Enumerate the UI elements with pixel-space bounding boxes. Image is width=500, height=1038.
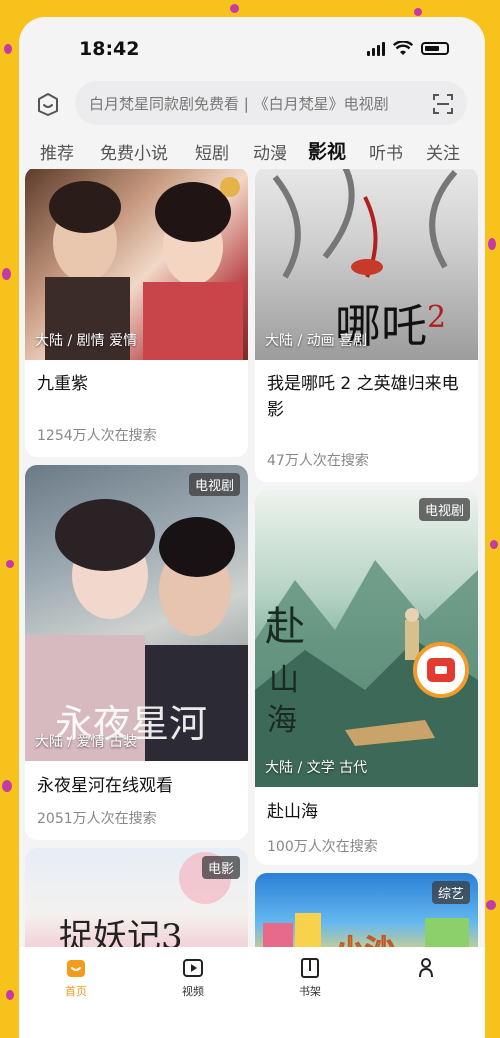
bookshelf-icon	[301, 958, 319, 978]
card-tags: 大陆 / 文学 古代	[265, 760, 368, 776]
tab-audiobooks[interactable]: 听书	[369, 139, 403, 164]
poster-badge: 电视剧	[418, 498, 470, 521]
poster-image: 哪吒 2 大陆 / 动画 喜剧	[255, 169, 478, 360]
card-tags: 大陆 / 剧情 爱情	[35, 333, 138, 349]
search-row: 白月梵星同款剧免费看 | 《白月梵星》电视剧	[19, 81, 485, 125]
nav-profile[interactable]	[386, 957, 466, 983]
svg-text:赴: 赴	[265, 604, 305, 650]
phone-screen: 18:42 白月梵星同款剧免费看 | 《白月梵星》电视剧 推荐 免费小说 短剧 …	[19, 17, 485, 1038]
category-tabs: 推荐 免费小说 短剧 动漫 影视 听书 关注	[19, 135, 485, 169]
svg-text:山: 山	[269, 663, 299, 698]
poster-image: 永夜星河 电视剧 大陆 / 爱情 古装	[25, 465, 248, 761]
poster-image: 小沙 综艺	[255, 873, 478, 947]
search-placeholder: 白月梵星同款剧免费看 | 《白月梵星》电视剧	[89, 94, 389, 113]
confetti-dot	[4, 44, 12, 54]
svg-text:海: 海	[267, 703, 297, 738]
card-yongye-xinghe[interactable]: 永夜星河 电视剧 大陆 / 爱情 古装 永夜星河在线观看 2051万人次在搜索	[25, 465, 248, 840]
red-envelope-icon	[427, 658, 455, 682]
card-zhuoyaoji-3[interactable]: 捉妖记3 电影	[25, 848, 248, 947]
scan-icon[interactable]	[433, 94, 453, 114]
poster-badge: 电视剧	[188, 473, 240, 496]
search-bar[interactable]: 白月梵星同款剧免费看 | 《白月梵星》电视剧	[75, 81, 467, 125]
poster-badge: 综艺	[431, 881, 470, 904]
nav-video[interactable]: 视频	[153, 957, 233, 999]
card-tags: 大陆 / 动画 喜剧	[265, 333, 368, 349]
tab-recommend[interactable]: 推荐	[40, 139, 74, 164]
card-nezha[interactable]: 哪吒 2 大陆 / 动画 喜剧 我是哪吒 2 之英雄归来电影 47万人次在搜索	[255, 169, 478, 482]
tab-film-tv[interactable]: 影视	[308, 137, 346, 164]
confetti-dot	[490, 540, 498, 549]
svg-text:小沙: 小沙	[335, 934, 395, 947]
confetti-dot	[488, 238, 496, 250]
card-title: 永夜星河在线观看	[37, 776, 173, 796]
nav-video-label: 视频	[182, 985, 204, 998]
poster-badge: 电影	[201, 856, 240, 879]
nav-bookshelf-label: 书架	[299, 985, 321, 998]
card-jiuchongzi[interactable]: 大陆 / 剧情 爱情 九重紫 1254万人次在搜索	[25, 169, 248, 457]
status-time: 18:42	[79, 38, 140, 60]
tab-following[interactable]: 关注	[426, 139, 460, 164]
confetti-dot	[230, 4, 239, 13]
confetti-dot	[6, 560, 14, 568]
confetti-dot	[2, 780, 12, 792]
card-title: 九重紫	[37, 374, 88, 394]
card-title: 我是哪吒 2 之英雄归来电影	[267, 374, 459, 420]
tab-anime[interactable]: 动漫	[253, 139, 287, 164]
confetti-dot	[486, 900, 496, 910]
red-envelope-button[interactable]	[413, 642, 469, 698]
tab-short-drama[interactable]: 短剧	[195, 139, 229, 164]
card-variety[interactable]: 小沙 综艺	[255, 873, 478, 947]
poster-image: 赴 山 海 电视剧 大陆 / 文学 古代	[255, 490, 478, 787]
poster-image: 大陆 / 剧情 爱情	[25, 169, 248, 360]
svg-text:捉妖记3: 捉妖记3	[59, 917, 183, 947]
confetti-dot	[2, 268, 11, 280]
content-feed: 大陆 / 剧情 爱情 九重紫 1254万人次在搜索 哪吒 2 大陆 / 动画 喜…	[19, 169, 485, 947]
profile-icon	[419, 958, 433, 978]
card-search-count: 2051万人次在搜索	[37, 811, 157, 827]
status-bar: 18:42	[19, 17, 485, 79]
wifi-icon	[393, 41, 413, 55]
nav-bookshelf[interactable]: 书架	[270, 957, 350, 999]
svg-text:2: 2	[427, 300, 446, 335]
card-search-count: 1254万人次在搜索	[37, 428, 157, 444]
nav-home[interactable]: 首页	[36, 957, 116, 999]
video-icon	[183, 959, 203, 977]
tab-free-novels[interactable]: 免费小说	[100, 139, 168, 164]
battery-icon	[421, 42, 449, 55]
card-title: 赴山海	[267, 802, 318, 822]
poster-image: 捉妖记3 电影	[25, 848, 248, 947]
card-tags: 大陆 / 爱情 古装	[35, 734, 138, 750]
card-search-count: 47万人次在搜索	[267, 453, 369, 469]
smiley-box-icon[interactable]	[35, 91, 61, 117]
confetti-dot	[6, 990, 14, 1000]
card-search-count: 100万人次在搜索	[267, 839, 378, 855]
nav-home-label: 首页	[65, 985, 87, 998]
status-icons	[367, 41, 449, 56]
confetti-dot	[414, 8, 422, 16]
bottom-nav: 首页 视频 书架	[19, 947, 485, 1038]
cellular-signal-icon	[367, 41, 385, 56]
home-icon	[67, 960, 85, 977]
